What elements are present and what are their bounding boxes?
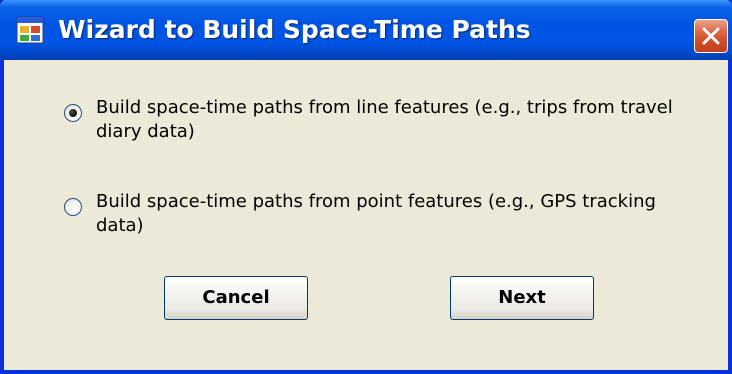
radio-line-features[interactable] <box>64 104 82 122</box>
next-button[interactable]: Next <box>450 276 594 320</box>
option-point-features[interactable]: Build space-time paths from point featur… <box>64 190 704 246</box>
close-button[interactable] <box>694 19 728 53</box>
close-icon <box>702 27 720 45</box>
option-line-features[interactable]: Build space-time paths from line feature… <box>64 96 704 152</box>
title-bar[interactable]: Wizard to Build Space-Time Paths <box>0 0 732 60</box>
window-app-icon <box>16 16 44 44</box>
window-title: Wizard to Build Space-Time Paths <box>58 15 531 44</box>
wizard-window: Wizard to Build Space-Time Paths Build s… <box>0 0 732 374</box>
cancel-button[interactable]: Cancel <box>164 276 308 320</box>
option-line-features-label: Build space-time paths from line feature… <box>96 97 673 142</box>
option-point-features-label: Build space-time paths from point featur… <box>96 191 656 236</box>
radio-point-features[interactable] <box>64 198 82 216</box>
